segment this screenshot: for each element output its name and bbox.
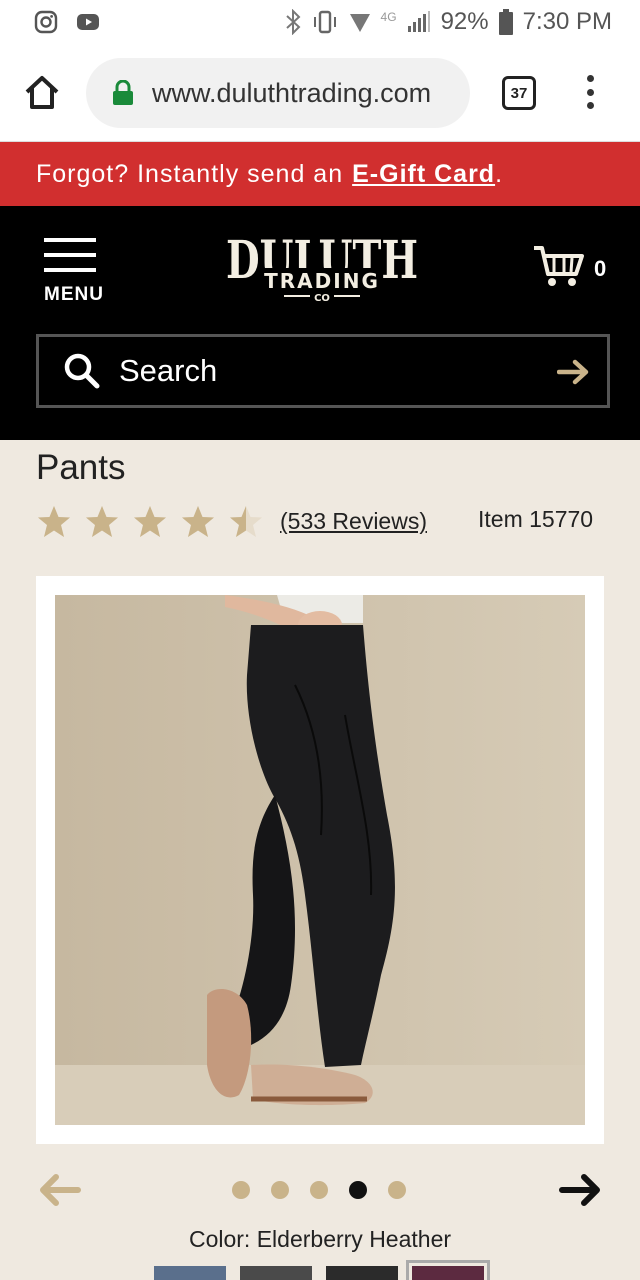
product-photo[interactable] [55, 595, 585, 1125]
carousel-dot[interactable] [232, 1181, 250, 1199]
search-bar [36, 334, 610, 408]
arrow-left-icon[interactable] [38, 1172, 82, 1208]
svg-text:CO: CO [314, 293, 330, 304]
battery-icon [498, 9, 513, 35]
carousel-dot[interactable] [349, 1181, 367, 1199]
clock: 7:30 PM [522, 8, 612, 35]
star-icon [182, 506, 214, 537]
item-number: Item 15770 [478, 506, 594, 532]
address-bar[interactable]: www.duluthtrading.com [86, 58, 470, 128]
status-bar: 4G 92% 7:30 PM [0, 0, 640, 44]
signal-icon [407, 11, 430, 32]
search-input[interactable] [119, 353, 519, 389]
star-icon [38, 506, 70, 537]
carousel-dots [232, 1181, 406, 1199]
wifi-icon [349, 14, 370, 32]
browser-toolbar: www.duluthtrading.com 37 [0, 44, 640, 142]
color-swatch[interactable] [406, 1260, 490, 1280]
color-swatches [154, 1260, 490, 1280]
reviews-link[interactable]: (533 Reviews) [280, 508, 427, 535]
color-swatch[interactable] [240, 1266, 312, 1280]
star-icon [134, 506, 166, 537]
cart-button[interactable]: 0 [532, 244, 612, 294]
menu-button[interactable]: MENU [44, 238, 104, 308]
url-text: www.duluthtrading.com [152, 77, 432, 108]
cart-count: 0 [594, 256, 607, 281]
duluth-trading-logo[interactable]: DULUTH TRADING CO [224, 232, 420, 308]
egift-card-link[interactable]: E-Gift Card [352, 160, 495, 189]
menu-label: MENU [44, 284, 104, 305]
battery-percent: 92% [440, 8, 489, 35]
youtube-icon [77, 14, 99, 30]
arrow-right-icon[interactable] [558, 1172, 602, 1208]
more-options-icon[interactable] [580, 72, 600, 112]
vibrate-icon [313, 10, 336, 34]
home-icon[interactable] [22, 72, 62, 112]
rating-stars[interactable] [36, 504, 264, 540]
color-swatch[interactable] [154, 1266, 226, 1280]
carousel-dot[interactable] [310, 1181, 328, 1199]
lock-icon [113, 80, 133, 105]
instagram-icon [34, 10, 58, 34]
selected-color-label: Color: Elderberry Heather [188, 1226, 452, 1252]
arrow-right-icon[interactable] [557, 357, 591, 387]
site-header: MENU DULUTH TRADING CO 0 [0, 206, 640, 440]
star-icon [230, 506, 262, 537]
color-swatch[interactable] [326, 1266, 398, 1280]
svg-text:TRADING: TRADING [264, 269, 380, 293]
shopping-cart-icon [534, 246, 584, 286]
promo-text: Forgot? Instantly send an [36, 159, 344, 188]
carousel-dot[interactable] [271, 1181, 289, 1199]
tab-switcher-button[interactable]: 37 [502, 76, 536, 110]
star-icon [86, 506, 118, 537]
search-icon [64, 353, 100, 389]
promo-banner: Forgot? Instantly send an E-Gift Card . [0, 142, 640, 206]
promo-trailing: . [495, 159, 504, 188]
hamburger-icon [44, 238, 96, 272]
product-image-card [36, 576, 604, 1144]
bluetooth-icon [285, 9, 300, 35]
carousel-dot[interactable] [388, 1181, 406, 1199]
product-title: Pants [36, 448, 126, 487]
network-type: 4G [380, 10, 397, 24]
